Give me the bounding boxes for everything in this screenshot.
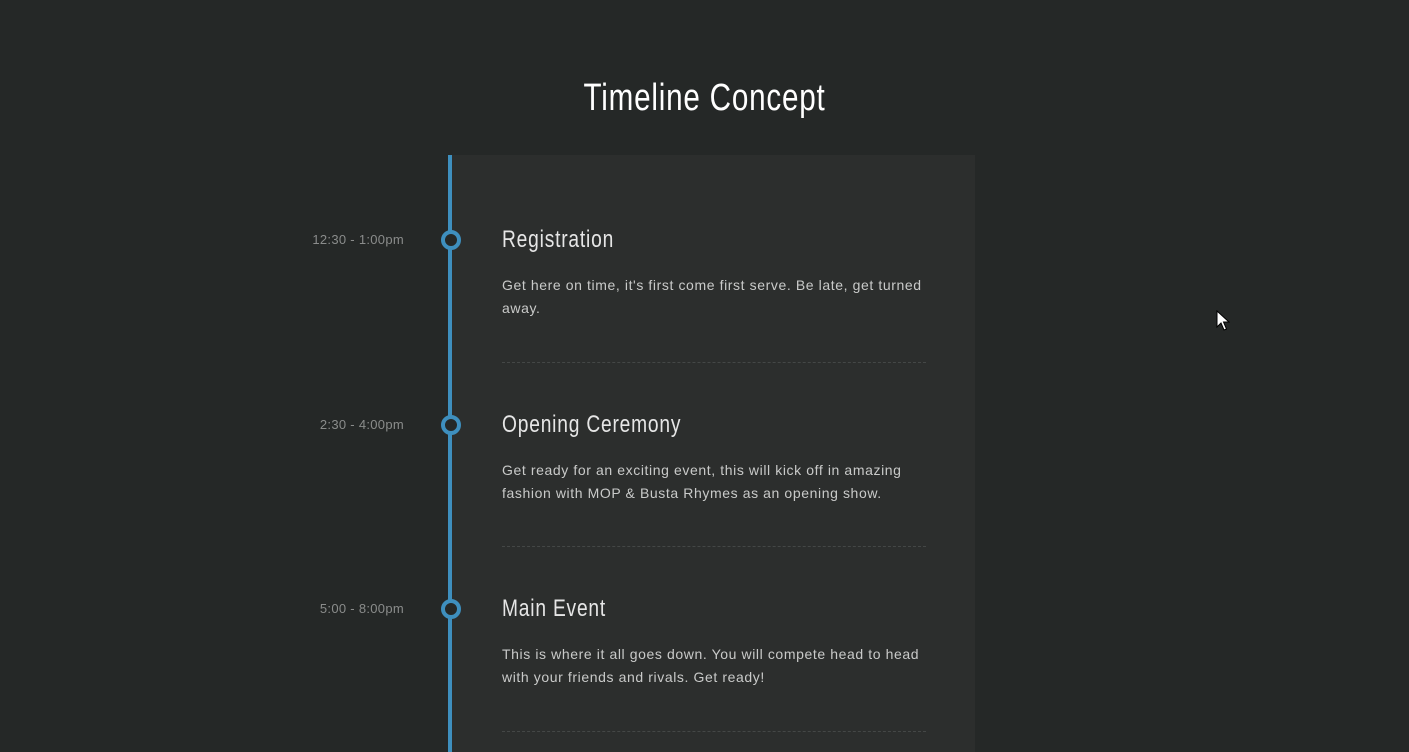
timeline-dot-icon [441, 415, 461, 435]
timeline-page: Timeline Concept 12:30 - 1:00pm Registra… [0, 0, 1409, 752]
event-time: 5:00 - 8:00pm [319, 601, 404, 616]
event-description: Get here on time, it's first come first … [502, 277, 922, 316]
event-description: Get ready for an exciting event, this wi… [502, 462, 902, 501]
timeline-dot-icon [441, 599, 461, 619]
event-divider [502, 546, 926, 547]
page-title: Timeline Concept [583, 77, 826, 120]
event-time: 2:30 - 4:00pm [319, 417, 404, 432]
event-title: Registration [502, 226, 615, 253]
timeline-dot-icon [441, 230, 461, 250]
event-description: This is where it all goes down. You will… [502, 646, 920, 685]
event-divider [502, 362, 926, 363]
cursor-arrow-icon [1216, 310, 1230, 331]
event-divider [502, 731, 926, 732]
event-time: 12:30 - 1:00pm [312, 232, 404, 247]
event-title: Main Event [502, 595, 607, 622]
event-title: Opening Ceremony [502, 411, 682, 438]
